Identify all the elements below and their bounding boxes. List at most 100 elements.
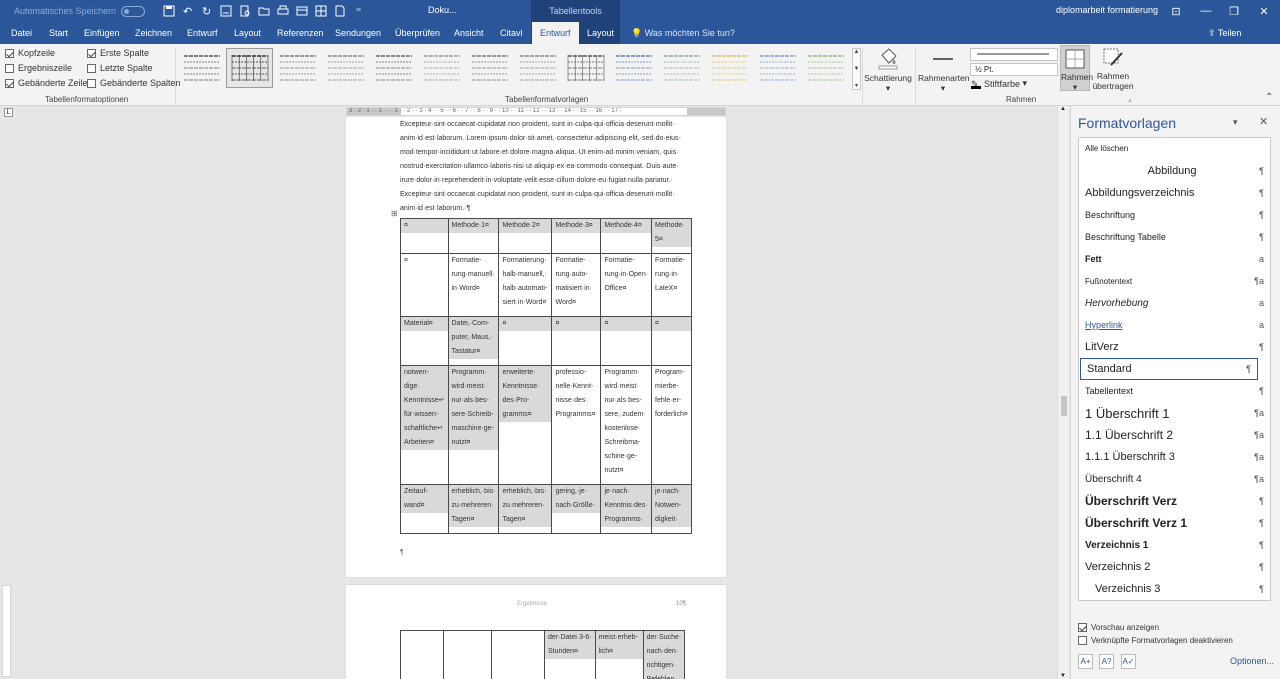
kopfzeile-checkbox[interactable] — [5, 48, 14, 58]
tab-ansicht[interactable]: Ansicht — [450, 22, 488, 44]
option-gebaenderte-spalten[interactable]: Gebänderte Spalten — [87, 78, 181, 88]
option-kopfzeile[interactable]: Kopfzeile — [5, 48, 55, 58]
share-button[interactable]: ⇪ Teilen — [1208, 22, 1241, 44]
table-cell[interactable]: der·Suche·nach·den·richtigen·Befehlen· — [642, 630, 686, 679]
table-style-thumbnail[interactable] — [466, 48, 513, 88]
page-1[interactable]: Excepteur·sint·occaecat·cupidatat·non·pr… — [346, 117, 726, 577]
gebaenderte-spalten-checkbox[interactable] — [87, 78, 96, 88]
style-item[interactable]: LitVerz ¶ — [1079, 336, 1270, 358]
page-2[interactable]: Ergebnisse 10¶ der·Datei·3-6· Stunden¤ mei… — [346, 585, 726, 679]
undo-icon[interactable]: ↶ — [178, 0, 197, 22]
minimize-icon[interactable]: — — [1192, 0, 1220, 22]
tab-selector-icon[interactable]: L — [4, 108, 13, 117]
table-cell[interactable]: Methode· 5¤ — [651, 218, 693, 254]
tab-referenzen[interactable]: Referenzen — [273, 22, 328, 44]
quick-print-icon[interactable] — [273, 0, 292, 22]
tab-zeichnen[interactable]: Zeichnen — [131, 22, 176, 44]
gallery-more-icon[interactable]: ▾ — [855, 82, 858, 89]
style-item[interactable]: Beschriftung ¶ — [1079, 204, 1270, 226]
new-document-icon[interactable] — [330, 0, 349, 22]
table-cell[interactable]: Methode·3¤ — [551, 218, 602, 254]
tab-layout[interactable]: Layout — [230, 22, 265, 44]
line-style-select[interactable] — [970, 48, 1058, 61]
table-cell[interactable]: Programm· wird·meist· nur·als·bes-sere,·zu… — [600, 365, 653, 485]
tab-datei[interactable]: Datei — [7, 22, 36, 44]
style-item[interactable]: Verzeichnis 1 ¶ — [1079, 534, 1270, 556]
autosave-toggle[interactable] — [121, 5, 146, 17]
style-item[interactable]: Abbildungsverzeichnis ¶ — [1079, 182, 1270, 204]
linked-styles-option[interactable]: Verknüpfte Formatvorlagen deaktivieren — [1078, 636, 1233, 645]
table-cell[interactable]: Formatie-rung·manuell· in·Word¤ — [447, 253, 500, 317]
linked-styles-checkbox[interactable] — [1078, 636, 1087, 645]
table-style-thumbnail[interactable] — [370, 48, 417, 88]
style-item[interactable]: 1 Überschrift 1 ¶a — [1079, 402, 1270, 424]
table-cell[interactable]: je·nach· Kenntnis·des· Programms· — [600, 484, 653, 534]
table-row[interactable]: Material¤ Datei,·Com-puter,·Maus,· Tastatu… — [400, 316, 693, 366]
manage-styles-icon[interactable]: A✓ — [1121, 654, 1136, 669]
option-erste-spalte[interactable]: Erste Spalte — [87, 48, 149, 58]
tab-sendungen[interactable]: Sendungen — [331, 22, 385, 44]
style-item[interactable]: Überschrift Verz ¶ — [1079, 490, 1270, 512]
horizontal-ruler[interactable]: 3 · 2 · 1 · · 1 · · · 1 · · 2 · · 3 · 4 … — [346, 107, 726, 116]
gallery-up-icon[interactable]: ▲ — [854, 49, 860, 55]
table-cell[interactable]: ¤ — [400, 253, 449, 317]
comparison-table-continued[interactable]: der·Datei·3-6· Stunden¤ meist·erheb-lich¤ d… — [400, 630, 686, 679]
gallery-down-icon[interactable]: ▼ — [854, 66, 860, 72]
table-cell[interactable] — [400, 630, 444, 679]
table-style-thumbnail[interactable] — [658, 48, 705, 88]
redo-icon[interactable]: ↻ — [197, 0, 216, 22]
preview-checkbox[interactable] — [1078, 623, 1087, 632]
borders-dialog-launcher-icon[interactable]: ⌟ — [1128, 95, 1131, 103]
new-style-icon[interactable]: A+ — [1078, 654, 1093, 669]
vertical-ruler[interactable] — [2, 585, 11, 677]
table-cell[interactable]: Methode·2¤ — [498, 218, 553, 254]
table-cell[interactable]: Program-mierbe-fehle·er-forderlich¤ — [651, 365, 693, 485]
style-item[interactable]: Hervorhebung a — [1079, 292, 1270, 314]
save-icon[interactable] — [159, 0, 178, 22]
table-cell[interactable]: ¤ — [600, 316, 653, 366]
table-cell[interactable]: erheblich,·bis· zu·mehreren· Tagen¤ — [447, 484, 500, 534]
table-move-handle-icon[interactable]: ⊞ — [391, 209, 398, 218]
table-style-thumbnail[interactable] — [322, 48, 369, 88]
table-cell[interactable] — [443, 630, 492, 679]
layout-icon[interactable] — [292, 0, 311, 22]
option-letzte-spalte[interactable]: Letzte Spalte — [87, 63, 153, 73]
table-cell[interactable]: Formatie-rung·in·Open· Office¤ — [600, 253, 653, 317]
gallery-scrollbar[interactable]: ▲ ▼ ▾ — [852, 48, 861, 90]
table-cell[interactable]: erweiterte· Kenntnisse· des·Pro-gramms¤ — [498, 365, 553, 485]
tab-table-layout[interactable]: Layout — [583, 22, 618, 44]
table-style-thumbnail[interactable] — [226, 48, 273, 88]
table-cell[interactable]: Formatierung· halb·manuell,· halb·automati… — [498, 253, 553, 317]
style-item[interactable]: 1.1 Überschrift 2 ¶a — [1079, 424, 1270, 446]
style-inspector-icon[interactable]: A? — [1099, 654, 1114, 669]
pane-menu-icon[interactable]: ▾ — [1233, 117, 1238, 128]
style-item[interactable]: 1.1.1 Überschrift 3 ¶a — [1079, 446, 1270, 468]
open-icon[interactable] — [254, 0, 273, 22]
table-icon[interactable] — [311, 0, 330, 22]
table-cell[interactable]: Formatie-rung·in· LateX¤ — [651, 253, 693, 317]
scrollbar-thumb[interactable] — [1061, 396, 1067, 416]
ergebniszeile-checkbox[interactable] — [5, 63, 14, 73]
scroll-down-icon[interactable]: ▼ — [1060, 673, 1066, 679]
table-cell[interactable]: Datei,·Com-puter,·Maus,· Tastatur¤ — [447, 316, 500, 366]
print-preview-icon[interactable] — [235, 0, 254, 22]
style-item[interactable]: Beschriftung Tabelle ¶ — [1079, 226, 1270, 248]
rahmenarten-button[interactable]: Rahmenarten ▾ — [918, 47, 970, 94]
stiftfarbe-button[interactable]: ✎ Stiftfarbe ▾ — [971, 78, 1027, 89]
table-cell[interactable]: Formatie-rung·auto-matisiert·in· Word¤ — [551, 253, 602, 317]
table-style-thumbnail[interactable] — [754, 48, 801, 88]
style-item[interactable]: Überschrift Verz 1 ¶ — [1079, 512, 1270, 534]
document-area[interactable]: Excepteur·sint·occaecat·cupidatat·non·pr… — [14, 117, 1056, 679]
table-style-thumbnail[interactable] — [178, 48, 225, 88]
comparison-table[interactable]: ¤ Methode·1¤ Methode·2¤ Methode·3¤ Methode·4… — [400, 218, 693, 534]
table-cell[interactable]: meist·erheb-lich¤ — [594, 630, 644, 679]
table-cell[interactable]: erheblich,·bis· zu·mehreren· Tagen¤ — [498, 484, 553, 534]
table-cell[interactable]: ¤ — [498, 316, 553, 366]
vertical-scrollbar[interactable]: ▲ ▼ — [1057, 106, 1069, 679]
schattierung-button[interactable]: Schattierung ▾ — [864, 47, 912, 94]
save-as-icon[interactable] — [216, 0, 235, 22]
tab-ueberpruefen[interactable]: Überprüfen — [391, 22, 444, 44]
table-row[interactable]: ¤ Methode·1¤ Methode·2¤ Methode·3¤ Methode·4… — [400, 218, 693, 254]
table-cell[interactable] — [491, 630, 545, 679]
close-icon[interactable]: ✕ — [1250, 0, 1278, 22]
